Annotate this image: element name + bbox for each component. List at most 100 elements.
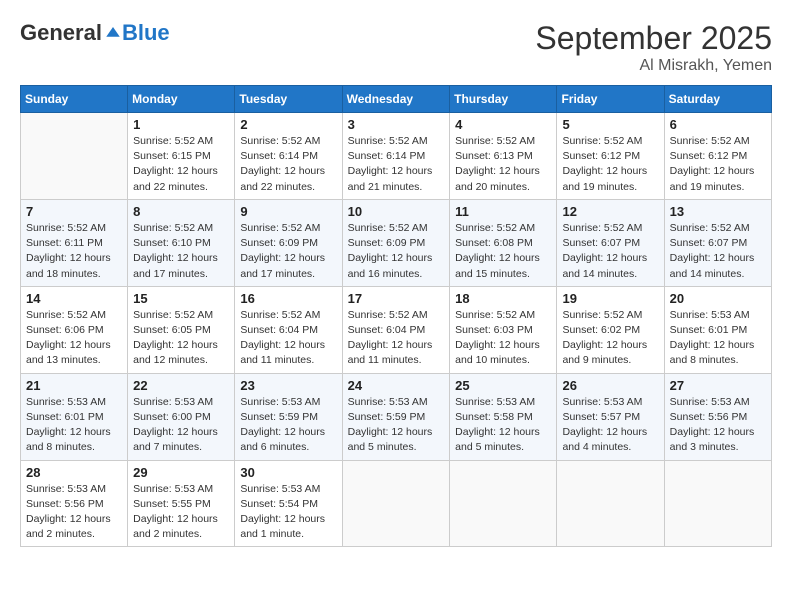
day-info: Sunrise: 5:52 AM Sunset: 6:09 PM Dayligh… <box>348 221 445 282</box>
day-info: Sunrise: 5:52 AM Sunset: 6:13 PM Dayligh… <box>455 134 551 195</box>
calendar-cell: 29Sunrise: 5:53 AM Sunset: 5:55 PM Dayli… <box>128 460 235 547</box>
calendar-cell: 3 Sunrise: 5:52 AM Sunset: 6:14 PM Daylig… <box>342 113 450 200</box>
weekday-header-wednesday: Wednesday <box>342 86 450 113</box>
day-info: Sunrise: 5:52 AM Sunset: 6:09 PM Dayligh… <box>240 221 336 282</box>
day-info: Sunrise: 5:52 AM Sunset: 6:08 PM Dayligh… <box>455 221 551 282</box>
calendar-cell: 4 Sunrise: 5:52 AM Sunset: 6:13 PM Daylig… <box>450 113 557 200</box>
weekday-header-friday: Friday <box>557 86 664 113</box>
calendar-week-row: 14 Sunrise: 5:52 AM Sunset: 6:06 PM Dayli… <box>21 286 772 373</box>
day-number: 1 <box>133 117 229 132</box>
day-number: 14 <box>26 291 122 306</box>
day-number: 6 <box>670 117 766 132</box>
day-info: Sunrise: 5:53 AM Sunset: 6:01 PM Dayligh… <box>670 308 766 369</box>
day-number: 2 <box>240 117 336 132</box>
day-info: Sunrise: 5:53 AM Sunset: 5:59 PM Dayligh… <box>240 395 336 456</box>
calendar-cell: 30 Sunrise: 5:53 AM Sunset: 5:54 PM Dayli… <box>235 460 342 547</box>
day-info: Sunrise: 5:52 AM Sunset: 6:11 PM Dayligh… <box>26 221 122 282</box>
weekday-header-monday: Monday <box>128 86 235 113</box>
day-number: 27 <box>670 378 766 393</box>
calendar-cell: 15Sunrise: 5:52 AM Sunset: 6:05 PM Dayli… <box>128 286 235 373</box>
day-info: Sunrise: 5:53 AM Sunset: 5:56 PM Dayligh… <box>670 395 766 456</box>
calendar-week-row: 7 Sunrise: 5:52 AM Sunset: 6:11 PM Daylig… <box>21 199 772 286</box>
logo-icon <box>104 24 122 42</box>
calendar-cell: 21Sunrise: 5:53 AM Sunset: 6:01 PM Dayli… <box>21 373 128 460</box>
calendar-cell <box>664 460 771 547</box>
day-info: Sunrise: 5:53 AM Sunset: 5:58 PM Dayligh… <box>455 395 551 456</box>
day-info: Sunrise: 5:52 AM Sunset: 6:06 PM Dayligh… <box>26 308 122 369</box>
day-info: Sunrise: 5:52 AM Sunset: 6:10 PM Dayligh… <box>133 221 229 282</box>
day-number: 28 <box>26 465 122 480</box>
calendar-cell: 5 Sunrise: 5:52 AM Sunset: 6:12 PM Daylig… <box>557 113 664 200</box>
day-info: Sunrise: 5:52 AM Sunset: 6:14 PM Dayligh… <box>348 134 445 195</box>
logo: General Blue <box>20 20 170 46</box>
logo-blue-text: Blue <box>122 20 170 46</box>
day-number: 20 <box>670 291 766 306</box>
day-number: 15 <box>133 291 229 306</box>
calendar-cell: 17 Sunrise: 5:52 AM Sunset: 6:04 PM Dayli… <box>342 286 450 373</box>
calendar-cell: 16Sunrise: 5:52 AM Sunset: 6:04 PM Dayli… <box>235 286 342 373</box>
day-info: Sunrise: 5:52 AM Sunset: 6:14 PM Dayligh… <box>240 134 336 195</box>
day-info: Sunrise: 5:53 AM Sunset: 5:57 PM Dayligh… <box>562 395 658 456</box>
day-info: Sunrise: 5:52 AM Sunset: 6:03 PM Dayligh… <box>455 308 551 369</box>
day-info: Sunrise: 5:52 AM Sunset: 6:07 PM Dayligh… <box>562 221 658 282</box>
calendar-cell: 24Sunrise: 5:53 AM Sunset: 5:59 PM Dayli… <box>342 373 450 460</box>
day-number: 10 <box>348 204 445 219</box>
calendar-table: SundayMondayTuesdayWednesdayThursdayFrid… <box>20 85 772 547</box>
day-info: Sunrise: 5:53 AM Sunset: 5:56 PM Dayligh… <box>26 482 122 543</box>
page-header: General Blue September 2025 Al Misrakh, … <box>20 20 772 75</box>
calendar-cell <box>21 113 128 200</box>
calendar-cell: 22 Sunrise: 5:53 AM Sunset: 6:00 PM Dayli… <box>128 373 235 460</box>
day-number: 4 <box>455 117 551 132</box>
day-number: 19 <box>562 291 658 306</box>
calendar-cell <box>557 460 664 547</box>
day-info: Sunrise: 5:52 AM Sunset: 6:12 PM Dayligh… <box>670 134 766 195</box>
calendar-cell: 25 Sunrise: 5:53 AM Sunset: 5:58 PM Dayli… <box>450 373 557 460</box>
weekday-header-sunday: Sunday <box>21 86 128 113</box>
calendar-cell: 23Sunrise: 5:53 AM Sunset: 5:59 PM Dayli… <box>235 373 342 460</box>
calendar-cell: 12 Sunrise: 5:52 AM Sunset: 6:07 PM Dayli… <box>557 199 664 286</box>
day-number: 26 <box>562 378 658 393</box>
day-number: 18 <box>455 291 551 306</box>
day-number: 30 <box>240 465 336 480</box>
day-info: Sunrise: 5:52 AM Sunset: 6:04 PM Dayligh… <box>348 308 445 369</box>
calendar-cell: 28 Sunrise: 5:53 AM Sunset: 5:56 PM Dayli… <box>21 460 128 547</box>
calendar-cell: 26 Sunrise: 5:53 AM Sunset: 5:57 PM Dayli… <box>557 373 664 460</box>
calendar-cell: 2 Sunrise: 5:52 AM Sunset: 6:14 PM Daylig… <box>235 113 342 200</box>
day-number: 22 <box>133 378 229 393</box>
calendar-cell: 27 Sunrise: 5:53 AM Sunset: 5:56 PM Dayli… <box>664 373 771 460</box>
day-info: Sunrise: 5:53 AM Sunset: 5:54 PM Dayligh… <box>240 482 336 543</box>
day-number: 13 <box>670 204 766 219</box>
day-info: Sunrise: 5:53 AM Sunset: 6:01 PM Dayligh… <box>26 395 122 456</box>
calendar-cell: 1 Sunrise: 5:52 AM Sunset: 6:15 PM Daylig… <box>128 113 235 200</box>
calendar-cell: 20 Sunrise: 5:53 AM Sunset: 6:01 PM Dayli… <box>664 286 771 373</box>
day-number: 17 <box>348 291 445 306</box>
day-number: 5 <box>562 117 658 132</box>
weekday-header-row: SundayMondayTuesdayWednesdayThursdayFrid… <box>21 86 772 113</box>
calendar-cell: 7 Sunrise: 5:52 AM Sunset: 6:11 PM Daylig… <box>21 199 128 286</box>
month-year-title: September 2025 <box>535 20 772 57</box>
day-number: 11 <box>455 204 551 219</box>
weekday-header-saturday: Saturday <box>664 86 771 113</box>
calendar-cell: 10 Sunrise: 5:52 AM Sunset: 6:09 PM Dayli… <box>342 199 450 286</box>
calendar-cell: 6 Sunrise: 5:52 AM Sunset: 6:12 PM Daylig… <box>664 113 771 200</box>
day-number: 29 <box>133 465 229 480</box>
day-info: Sunrise: 5:53 AM Sunset: 5:59 PM Dayligh… <box>348 395 445 456</box>
calendar-week-row: 28 Sunrise: 5:53 AM Sunset: 5:56 PM Dayli… <box>21 460 772 547</box>
day-info: Sunrise: 5:53 AM Sunset: 6:00 PM Dayligh… <box>133 395 229 456</box>
calendar-cell: 9Sunrise: 5:52 AM Sunset: 6:09 PM Daylig… <box>235 199 342 286</box>
day-number: 25 <box>455 378 551 393</box>
day-info: Sunrise: 5:52 AM Sunset: 6:12 PM Dayligh… <box>562 134 658 195</box>
day-number: 7 <box>26 204 122 219</box>
day-info: Sunrise: 5:52 AM Sunset: 6:15 PM Dayligh… <box>133 134 229 195</box>
day-number: 3 <box>348 117 445 132</box>
title-block: September 2025 Al Misrakh, Yemen <box>535 20 772 75</box>
weekday-header-tuesday: Tuesday <box>235 86 342 113</box>
calendar-cell <box>450 460 557 547</box>
day-info: Sunrise: 5:52 AM Sunset: 6:02 PM Dayligh… <box>562 308 658 369</box>
calendar-cell: 11 Sunrise: 5:52 AM Sunset: 6:08 PM Dayli… <box>450 199 557 286</box>
day-number: 12 <box>562 204 658 219</box>
day-info: Sunrise: 5:52 AM Sunset: 6:04 PM Dayligh… <box>240 308 336 369</box>
calendar-cell <box>342 460 450 547</box>
weekday-header-thursday: Thursday <box>450 86 557 113</box>
calendar-cell: 14 Sunrise: 5:52 AM Sunset: 6:06 PM Dayli… <box>21 286 128 373</box>
